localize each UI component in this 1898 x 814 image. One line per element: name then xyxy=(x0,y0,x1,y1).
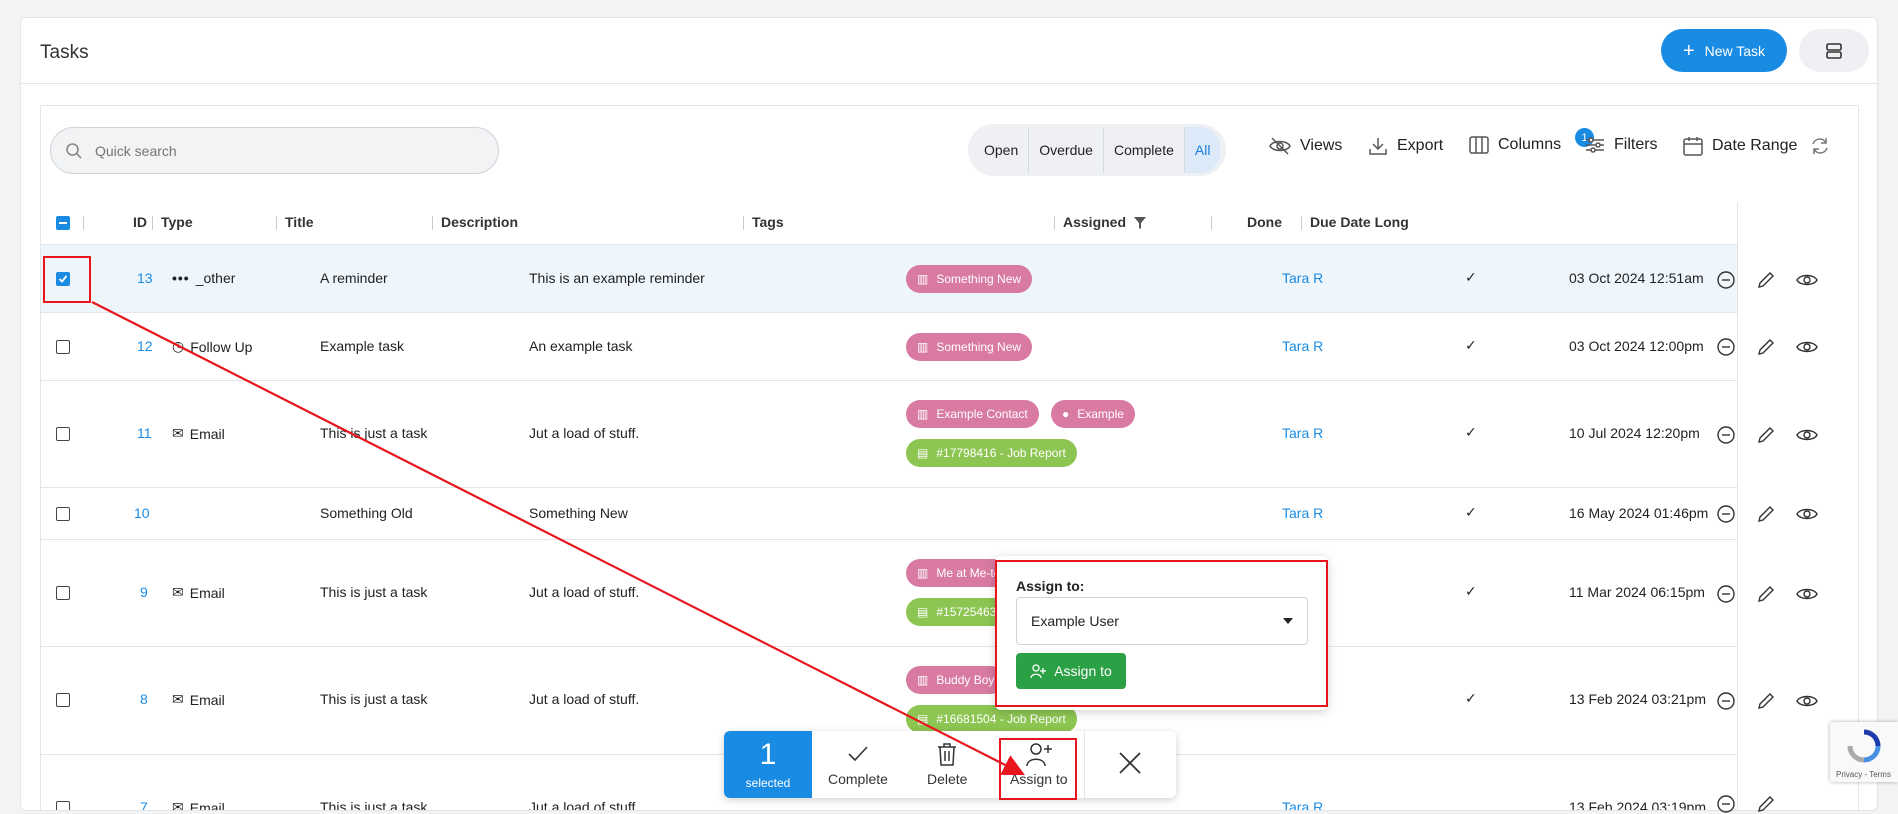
recaptcha-badge[interactable]: Privacy - Terms xyxy=(1830,722,1898,782)
recaptcha-icon xyxy=(1847,729,1881,763)
annotation-arrow xyxy=(91,301,1025,775)
recaptcha-terms[interactable]: Privacy - Terms xyxy=(1836,770,1891,779)
